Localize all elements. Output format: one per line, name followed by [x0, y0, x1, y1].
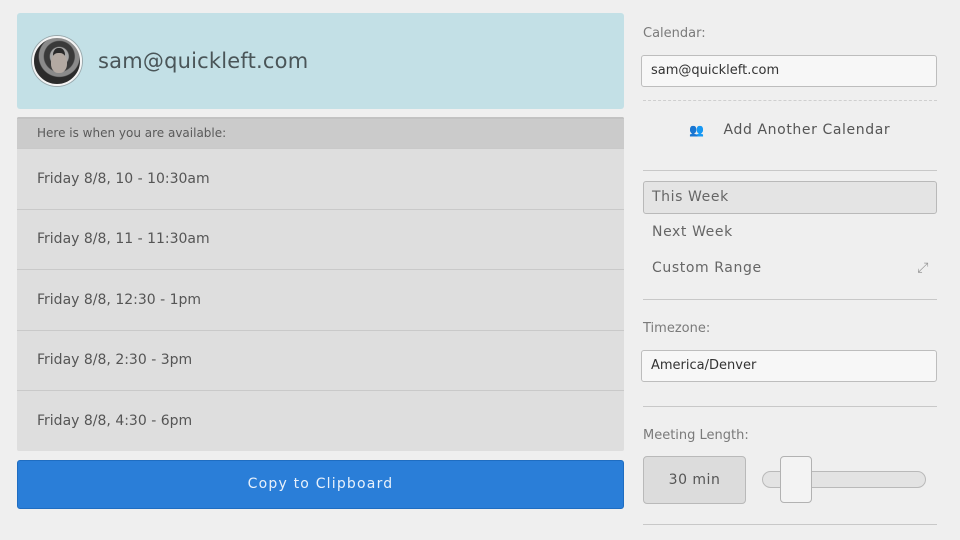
- add-calendar-button[interactable]: 👥 Add Another Calendar: [689, 122, 890, 138]
- left-panel: sam@quickleft.com Here is when you are a…: [17, 13, 624, 509]
- expand-arrows-icon: ⤢: [917, 260, 929, 276]
- meeting-length-value: 30 min: [643, 456, 746, 504]
- availability-slot: Friday 8/8, 2:30 - 3pm: [17, 329, 624, 391]
- timezone-field[interactable]: America/Denver: [641, 350, 937, 382]
- availability-slot: Friday 8/8, 12:30 - 1pm: [17, 269, 624, 330]
- meeting-length-slider-handle[interactable]: [780, 456, 812, 503]
- copy-to-clipboard-button[interactable]: Copy to Clipboard: [17, 459, 624, 509]
- divider: [643, 406, 937, 407]
- range-option-next-week[interactable]: Next Week: [643, 217, 937, 250]
- people-icon: 👥: [689, 123, 705, 137]
- account-email: sam@quickleft.com: [98, 49, 309, 73]
- meeting-length-label: Meeting Length:: [643, 428, 749, 443]
- dashed-divider: [643, 100, 937, 101]
- availability-slot: Friday 8/8, 4:30 - 6pm: [17, 390, 624, 451]
- calendar-field[interactable]: sam@quickleft.com: [641, 55, 937, 87]
- timezone-label: Timezone:: [643, 321, 711, 336]
- range-option-custom-label: Custom Range: [652, 260, 762, 276]
- account-card: sam@quickleft.com: [17, 13, 624, 109]
- divider: [643, 170, 937, 171]
- range-option-custom[interactable]: Custom Range ⤢: [643, 253, 937, 286]
- divider: [643, 524, 937, 525]
- availability-list: Here is when you are available: Friday 8…: [17, 117, 624, 451]
- availability-header: Here is when you are available:: [17, 117, 624, 148]
- availability-slot: Friday 8/8, 10 - 10:30am: [17, 148, 624, 209]
- calendar-label: Calendar:: [643, 26, 706, 41]
- avatar: [32, 36, 82, 86]
- add-calendar-label: Add Another Calendar: [723, 122, 891, 138]
- range-option-this-week[interactable]: This Week: [643, 181, 937, 214]
- avatar-face-icon: [51, 53, 67, 73]
- divider: [643, 299, 937, 300]
- availability-slot: Friday 8/8, 11 - 11:30am: [17, 208, 624, 270]
